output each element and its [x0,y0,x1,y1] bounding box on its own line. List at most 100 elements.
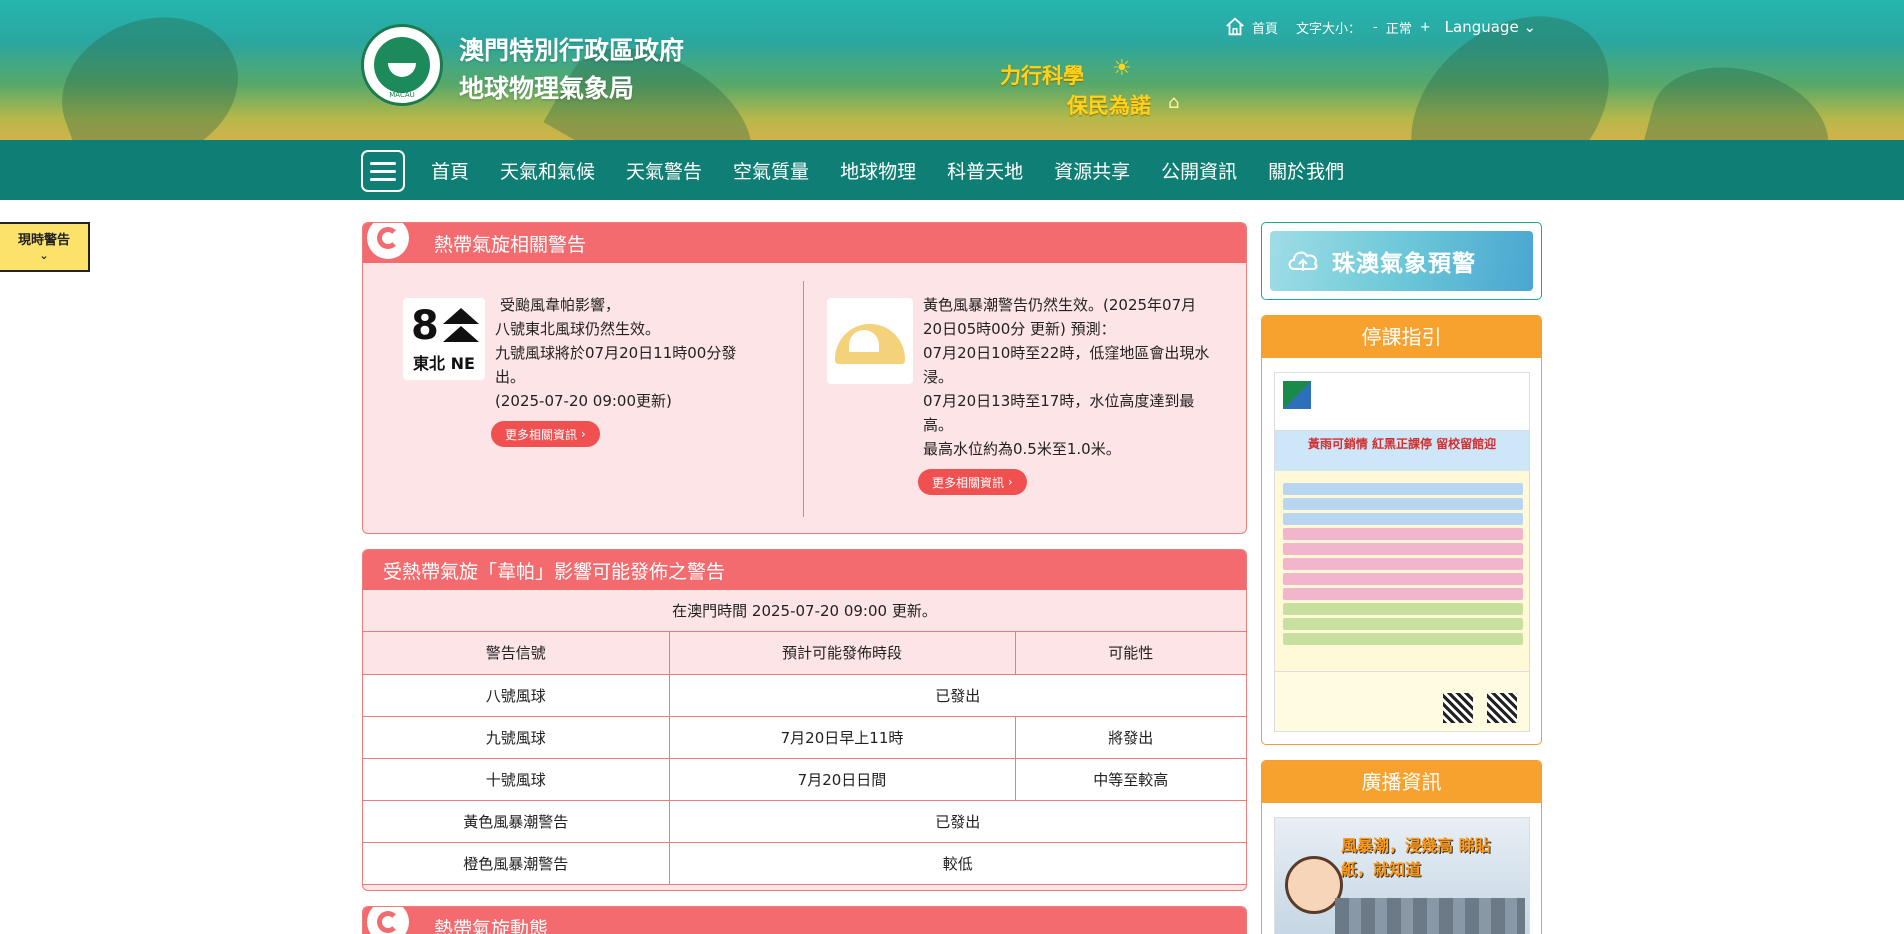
nav-item-weather-climate[interactable]: 天氣和氣候 [500,157,595,184]
surge-line: 黃色風暴潮警告仍然生效。(2025年07月20日05時00分 更新) 預測： [923,296,1197,338]
sun-icon: ☀ [1112,56,1132,81]
likelihood-cell: 將發出 [1014,715,1246,759]
menu-icon-bar [370,177,396,181]
nav-item-air-quality[interactable]: 空氣質量 [733,157,809,184]
panel-header: 受熱帶氣旋「韋帕」影響可能發佈之警告 [363,550,1246,590]
chevron-down-icon: ⌄ [1523,18,1537,36]
signal-cell: 八號風球 [363,673,670,717]
chevron-down-icon: ⌄ [39,249,49,262]
signal-update-time: (2025-07-20 09:00更新) [495,392,672,410]
nav-item-science[interactable]: 科普天地 [947,157,1023,184]
language-dropdown[interactable]: Language ⌄ [1445,18,1536,36]
class-suspension-poster[interactable]: 黃雨可銷情 紅黑正課停 留校留館迎 [1274,372,1530,732]
panel-title: 熱帶氣旋動態 [434,917,549,934]
nav-item-home[interactable]: 首頁 [431,157,469,184]
font-decrease-button[interactable]: - [1373,20,1378,35]
more-info-label: 更多相關資訊 [932,475,1005,490]
current-warning-tab[interactable]: 現時警告 ⌄ [0,222,90,272]
column-header: 警告信號 [363,632,670,675]
logo-caption: MACAU [389,91,415,99]
org-name-line2: 地球物理氣象局 [459,74,635,103]
signal-cell: 十號風球 [363,757,670,801]
nav-item-resources[interactable]: 資源共享 [1054,157,1130,184]
language-label: Language [1444,18,1519,36]
update-time: 在澳門時間 2025-07-20 09:00 更新。 [363,590,1246,632]
font-normal-button[interactable]: 正常 [1386,18,1412,37]
surge-line: 最高水位約為0.5米至1.0米。 [923,440,1121,458]
home-icon[interactable] [1224,16,1246,38]
warnings-forecast-table: 警告信號 預計可能發佈時段 可能性 八號風球 已發出 九號風球 7月20日早上1… [363,632,1246,885]
signal-number: 8 [411,303,439,349]
macau-government-logo[interactable]: MACAU [361,24,443,106]
main-navigation: 首頁 天氣和氣候 天氣警告 空氣質量 地球物理 科普天地 資源共享 公開資訊 關… [0,140,1904,200]
signal-line: 八號東北風球仍然生效。 [495,320,661,338]
poster-heading: 黃雨可銷情 紅黑正課停 留校留館迎 [1275,431,1529,471]
signal-more-info-button[interactable]: 更多相關資訊 › [491,421,600,447]
tc-dynamics-panel: 熱帶氣旋動態 [362,906,1247,934]
class-suspension-box: 停課指引 黃雨可銷情 紅黑正課停 留校留館迎 [1261,315,1542,745]
header-leaf-decoration [1637,48,1843,140]
more-info-label: 更多相關資訊 [505,427,578,442]
font-increase-button[interactable]: + [1420,20,1431,35]
likelihood-cell: 中等至較高 [1014,757,1246,801]
panel-title: 受熱帶氣旋「韋帕」影響可能發佈之警告 [383,560,726,583]
chevron-right-icon: › [577,427,586,441]
column-divider [803,281,804,517]
period-cell: 已發出 [668,673,1246,717]
nav-item-geophysics[interactable]: 地球物理 [840,157,916,184]
top-utility-links: 首頁 文字大小： - 正常 + Language ⌄ [1224,14,1536,40]
zhuhai-macau-warning-banner[interactable]: 珠澳氣象預警 [1261,222,1542,300]
signal-line: 九號風球將於07月20日11時00分發出。 [495,344,737,386]
signal-line: 受颱風韋帕影響， [500,296,621,314]
yellow-storm-surge-icon[interactable] [827,298,913,384]
slogan-line1: 力行科學 [1000,64,1084,88]
qr-code-icon [1487,693,1517,723]
education-bureau-logo-icon [1283,381,1311,409]
nav-item-weather-warnings[interactable]: 天氣警告 [626,157,702,184]
menu-icon-bar [370,169,396,173]
poster-heading: 風暴潮，浸幾高 睇貼紙，就知道 [1341,836,1491,879]
header-leaf-decoration [41,0,259,140]
home-link[interactable]: 首頁 [1252,18,1278,37]
triangle-icon [443,308,479,324]
column-header: 可能性 [1014,632,1246,675]
signal-cell: 九號風球 [363,715,670,759]
panel-header: 熱帶氣旋動態 [363,907,1246,934]
period-cell: 7月20日日間 [668,757,1016,801]
organization-name[interactable]: 澳門特別行政區政府 地球物理氣象局 [459,32,684,108]
current-warning-label: 現時警告 [17,233,70,248]
table-row: 九號風球 7月20日早上11時 將發出 [363,715,1246,759]
possible-warnings-panel: 受熱帶氣旋「韋帕」影響可能發佈之警告 在澳門時間 2025-07-20 09:0… [362,549,1247,891]
qr-code-icon [1443,693,1473,723]
hamburger-menu-button[interactable] [361,150,405,192]
typhoon-icon [367,907,409,934]
signal-description: 受颱風韋帕影響， 八號東北風球仍然生效。 九號風球將於07月20日11時00分發… [495,293,755,413]
banner-label: 珠澳氣象預警 [1332,251,1476,277]
side-box-title: 廣播資訊 [1262,761,1541,803]
org-name-line1: 澳門特別行政區政府 [459,36,685,65]
signal-8-ne-icon[interactable]: 8 東北 NE [403,298,485,380]
panel-header: 熱帶氣旋相關警告 [363,223,1246,263]
chevron-right-icon: › [1004,475,1013,489]
broadcast-info-box: 廣播資訊 風暴潮，浸幾高 睇貼紙，就知道 [1261,760,1542,934]
table-row: 十號風球 7月20日日間 中等至較高 [363,757,1246,801]
surge-line: 07月20日13時至17時，水位高度達到最高。 [923,392,1195,434]
period-cell: 7月20日早上11時 [668,715,1016,759]
poster-table-graphic [1283,483,1523,648]
table-row: 黃色風暴潮警告 已發出 [363,799,1246,843]
triangle-icon [443,326,479,342]
signal-cell: 橙色風暴潮警告 [363,841,670,885]
surge-more-info-button[interactable]: 更多相關資訊 › [918,469,1027,495]
period-cell: 已發出 [668,799,1246,843]
slogan-line2: 保民為諾 [1067,94,1151,118]
broadcast-poster[interactable]: 風暴潮，浸幾高 睇貼紙，就知道 [1274,817,1530,934]
city-skyline-graphic [1335,898,1525,934]
tc-warning-panel: 熱帶氣旋相關警告 8 東北 NE 受颱風韋帕影響， 八號東北風球仍然生效。 九號… [362,222,1247,534]
side-box-title: 停課指引 [1262,316,1541,358]
nav-item-about[interactable]: 關於我們 [1268,157,1344,184]
house-decoration-icon: ⌂ [1168,92,1180,113]
surge-line: 07月20日10時至22時，低窪地區會出現水浸。 [923,344,1210,386]
table-row: 橙色風暴潮警告 較低 [363,841,1246,885]
nav-item-public-info[interactable]: 公開資訊 [1161,157,1237,184]
cloud-upload-icon [1288,251,1318,271]
